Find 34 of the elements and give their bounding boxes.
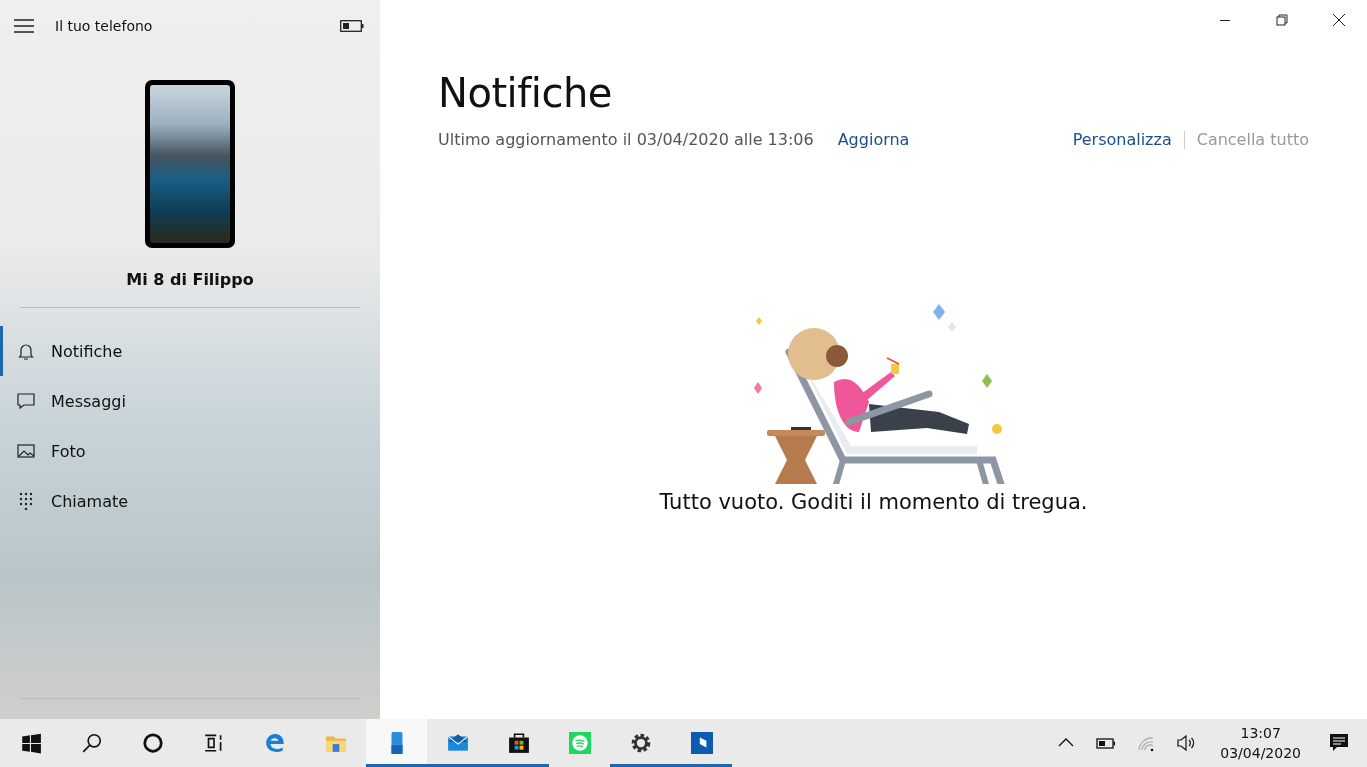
speaker-icon xyxy=(1176,733,1197,753)
empty-state-message: Tutto vuoto. Goditi il momento di tregua. xyxy=(659,490,1088,514)
hamburger-menu-icon xyxy=(14,19,34,33)
refresh-link[interactable]: Aggiorna xyxy=(837,130,910,149)
gear-icon xyxy=(629,732,652,754)
app-tile-icon xyxy=(690,732,713,754)
bell-icon xyxy=(17,342,35,360)
device-name: Mi 8 di Filippo xyxy=(125,270,255,289)
clock-time: 13:07 xyxy=(1240,724,1281,743)
notification-icon xyxy=(1329,733,1349,753)
sound-waves-icon xyxy=(568,732,591,754)
page-title: Notifiche xyxy=(438,70,613,116)
minimize-icon xyxy=(1219,19,1230,21)
nav-item[interactable]: Messaggi xyxy=(0,376,380,426)
speech-bubble-icon xyxy=(17,392,35,410)
action-link[interactable]: Personalizza xyxy=(1072,130,1172,149)
shopping-bag-icon xyxy=(507,732,530,754)
ring-icon xyxy=(141,732,164,754)
search-icon xyxy=(80,732,103,754)
picture-icon xyxy=(17,442,35,460)
menu-button[interactable] xyxy=(14,16,36,36)
nav-item[interactable]: Chiamate xyxy=(0,476,380,526)
clock-date: 03/04/2020 xyxy=(1220,744,1301,763)
e-logo-icon xyxy=(263,732,286,754)
close-icon xyxy=(1330,12,1347,28)
app-title: Il tuo telefono xyxy=(55,18,154,34)
restore-icon xyxy=(1273,12,1290,28)
last-update-text: Ultimo aggiornamento il 03/04/2020 alle 13:06 xyxy=(438,130,814,149)
nav-item[interactable]: Foto xyxy=(0,426,380,476)
dialpad-icon xyxy=(17,492,35,510)
battery-icon xyxy=(340,20,364,32)
windows-logo-icon xyxy=(19,732,42,754)
envelope-icon xyxy=(446,732,469,754)
clock[interactable]: 13:07 03/04/2020 xyxy=(1210,723,1311,763)
